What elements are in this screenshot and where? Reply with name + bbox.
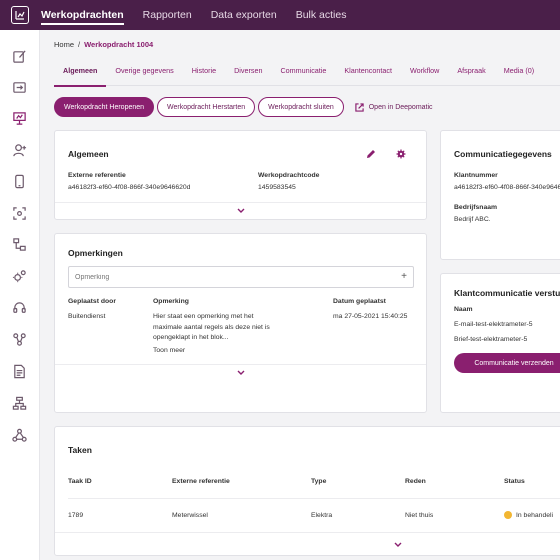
card-divider (55, 364, 426, 365)
comment-date: ma 27-05-2021 15:40:25 (333, 313, 408, 320)
nav-rapporten[interactable]: Rapporten (143, 0, 192, 30)
send-communication-button[interactable]: Communicatie verzenden (454, 353, 560, 373)
col-status: Status (504, 478, 525, 485)
presentation-icon[interactable] (11, 110, 27, 126)
sidebar (0, 30, 40, 560)
communicatiegegevens-card: Communicatiegegevens Klantnummer a46182f… (440, 130, 560, 260)
col-opmerking: Opmerking (153, 298, 189, 305)
share-icon[interactable] (11, 427, 27, 443)
taken-card: Taken Taak ID Externe referentie Type Re… (54, 426, 560, 556)
app-logo-icon[interactable] (11, 6, 29, 24)
gears-icon[interactable] (11, 268, 27, 284)
task-type: Elektra (311, 512, 333, 519)
bedrijfsnaam-value: Bedrijf ABC. (454, 216, 491, 223)
breadcrumb: Home / Werkopdracht 1004 (54, 40, 153, 49)
edit-icon[interactable] (11, 48, 27, 64)
opmerkingen-title: Opmerkingen (68, 248, 123, 258)
close-workorder-button[interactable]: Werkopdracht sluiten (258, 97, 344, 117)
tab-afspraak[interactable]: Afspraak (448, 64, 494, 86)
tab-diversen[interactable]: Diversen (225, 64, 271, 86)
ext-ref-value: a46182f3-ef60-4f08-866f-340e9646620d (68, 184, 191, 191)
klantcommunicatie-title: Klantcommunicatie verstu (454, 288, 560, 298)
show-more-link[interactable]: Toon meer (153, 347, 185, 354)
workorder-code-label: Werkopdrachtcode (258, 172, 320, 179)
tab-media[interactable]: Media (0) (495, 64, 543, 86)
hierarchy-icon[interactable] (11, 236, 27, 252)
action-bar: Werkopdracht Heropenen Werkopdracht Hers… (54, 97, 433, 117)
col-externe-referentie: Externe referentie (172, 478, 230, 485)
task-reason: Niet thuis (405, 512, 434, 519)
edit-pencil-icon[interactable] (366, 149, 376, 159)
support-icon[interactable] (11, 300, 27, 316)
breadcrumb-separator: / (78, 40, 81, 49)
task-id: 1789 (68, 512, 84, 519)
phone-icon[interactable] (11, 173, 27, 189)
task-ref: Meterwissel (172, 512, 208, 519)
comment-line: Hier staat een opmerking met het (153, 313, 254, 320)
nav-werkopdrachten[interactable]: Werkopdrachten (41, 0, 124, 30)
transfer-icon[interactable] (11, 79, 27, 95)
naam-label: Naam (454, 306, 473, 313)
task-status-label: In behandeli (516, 511, 554, 519)
col-datum-geplaatst: Datum geplaatst (333, 298, 386, 305)
expand-chevron-icon[interactable] (393, 541, 403, 549)
col-type: Type (311, 478, 327, 485)
comment-field[interactable]: + (68, 266, 414, 288)
open-deepomatic-link[interactable]: Open in Deepomatic (355, 102, 433, 112)
tab-historie[interactable]: Historie (183, 64, 225, 86)
table-header-divider (68, 498, 560, 499)
bedrijfsnaam-label: Bedrijfsnaam (454, 204, 498, 211)
ext-ref-label: Externe referentie (68, 172, 126, 179)
breadcrumb-current: Werkopdracht 1004 (84, 40, 154, 49)
expand-chevron-icon[interactable] (236, 207, 246, 215)
nav-data-exporten[interactable]: Data exporten (211, 0, 277, 30)
restart-button[interactable]: Werkopdracht Herstarten (157, 97, 256, 117)
nav-bulk-acties[interactable]: Bulk acties (296, 0, 347, 30)
opmerkingen-card: Opmerkingen + Geplaatst door Opmerking D… (54, 233, 427, 413)
taken-title: Taken (68, 445, 92, 455)
external-link-icon (355, 102, 364, 112)
tab-communicatie[interactable]: Communicatie (271, 64, 335, 86)
communication-item[interactable]: E-mail-test-elektrameter-5 (454, 321, 533, 328)
comment-input[interactable] (69, 267, 389, 287)
comment-line: maximale aantal regels als deze niet is (153, 323, 270, 331)
klantnummer-value: a46182f3-ef60-4f08-866f-340e9646620d (454, 184, 560, 191)
tab-bar: Algemeen Overige gegevens Historie Diver… (54, 64, 560, 87)
klantnummer-label: Klantnummer (454, 172, 498, 179)
status-pending-icon (504, 511, 512, 519)
flow-icon[interactable] (11, 395, 27, 411)
comment-author: Buitendienst (68, 313, 106, 320)
card-divider (55, 202, 426, 203)
col-reden: Reden (405, 478, 426, 485)
document-icon[interactable] (11, 363, 27, 379)
top-navigation-bar: Werkopdrachten Rapporten Data exporten B… (0, 0, 560, 30)
user-add-icon[interactable] (11, 142, 27, 158)
tab-algemeen[interactable]: Algemeen (54, 64, 107, 87)
reopen-button[interactable]: Werkopdracht Heropenen (54, 97, 155, 117)
workorder-code-value: 1459583545 (258, 184, 296, 191)
focus-icon[interactable] (11, 205, 27, 221)
main-content: Home / Werkopdracht 1004 Algemeen Overige … (41, 30, 560, 560)
col-taak-id: Taak ID (68, 478, 92, 485)
comment-line: opengeklapt in het blok... (153, 334, 229, 341)
klantcommunicatie-card: Klantcommunicatie verstu Naam E-mail-tes… (440, 273, 560, 413)
card-divider (55, 532, 560, 533)
tab-overige-gegevens[interactable]: Overige gegevens (106, 64, 182, 86)
tab-klantencontact[interactable]: Klantencontact (335, 64, 401, 86)
add-comment-icon[interactable]: + (401, 271, 407, 282)
algemeen-title: Algemeen (68, 149, 109, 159)
communication-item[interactable]: Brief-test-elektrameter-5 (454, 336, 527, 343)
communicatiegegevens-title: Communicatiegegevens (454, 149, 552, 159)
open-deepomatic-label: Open in Deepomatic (368, 103, 433, 111)
tab-workflow[interactable]: Workflow (401, 64, 448, 86)
comment-text: Hier staat een opmerking met het maximal… (153, 312, 270, 344)
settings-gear-icon[interactable] (396, 149, 406, 159)
task-status: In behandeli (504, 511, 553, 519)
col-geplaatst-door: Geplaatst door (68, 298, 116, 305)
algemeen-card: Algemeen Externe referentie a46182f3-ef6… (54, 130, 427, 220)
network-icon[interactable] (11, 331, 27, 347)
breadcrumb-home[interactable]: Home (54, 40, 74, 49)
expand-chevron-icon[interactable] (236, 369, 246, 377)
